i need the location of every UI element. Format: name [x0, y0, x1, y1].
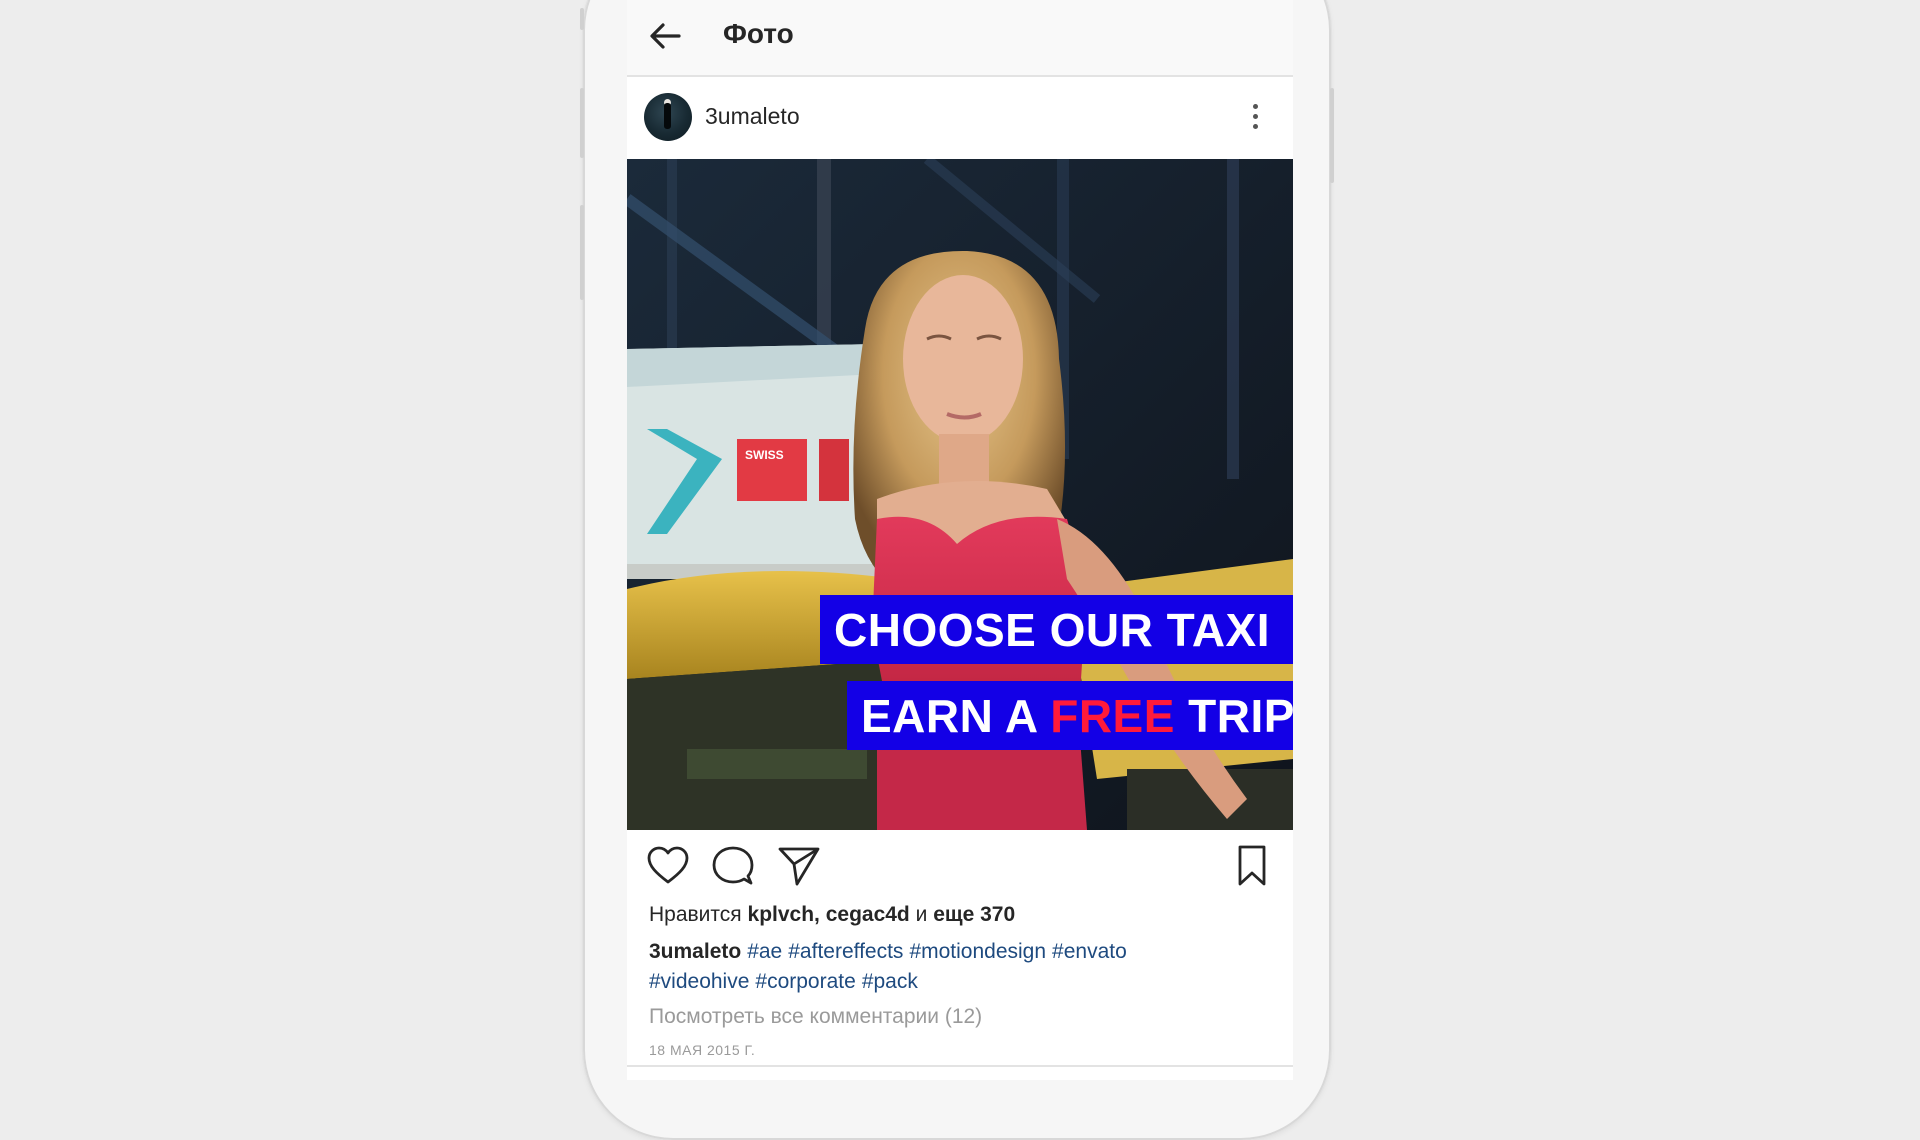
- phone-side-button: [580, 205, 584, 300]
- overlay-line-2: EARN A FREE TRIP: [847, 681, 1293, 750]
- hashtag[interactable]: #ae: [747, 940, 782, 963]
- like-button[interactable]: [644, 842, 692, 890]
- hashtag[interactable]: #videohive: [649, 970, 749, 993]
- page-title: Фото: [723, 18, 794, 49]
- top-bar: Фото: [627, 0, 1293, 77]
- post-username[interactable]: 3umaleto: [705, 103, 800, 130]
- post-caption: 3umaleto #ae #aftereffects #motiondesign #en…: [649, 937, 1269, 997]
- likes-text: Нравится kplvch, cegac4d и еще 370: [649, 903, 1016, 926]
- hashtag[interactable]: #corporate: [755, 970, 855, 993]
- post-actions: [627, 830, 1293, 902]
- hashtag[interactable]: #aftereffects: [788, 940, 903, 963]
- more-vertical-icon: [1253, 104, 1258, 109]
- view-all-comments-link[interactable]: Посмотреть все комментарии (12): [649, 1005, 982, 1029]
- phone-side-button: [1330, 88, 1334, 183]
- bookmark-icon: [1238, 845, 1266, 886]
- share-button[interactable]: [775, 842, 823, 890]
- post-header: 3umaleto: [627, 77, 1293, 159]
- likes-count-link[interactable]: еще 370: [933, 903, 1015, 926]
- back-button[interactable]: [641, 12, 689, 60]
- phone-side-button: [580, 8, 584, 30]
- billboard-sign-text: SWISS: [745, 448, 784, 462]
- divider: [627, 1065, 1293, 1067]
- hashtag[interactable]: #motiondesign: [909, 940, 1046, 963]
- comment-button[interactable]: [709, 842, 757, 890]
- phone-side-button: [580, 88, 584, 158]
- heart-icon: [647, 846, 689, 884]
- liked-by-users[interactable]: kplvch, cegac4d: [748, 903, 910, 926]
- app-screen: Фото 3umaleto SWISS CHOOSE OUR TAXI EARN…: [627, 0, 1293, 1080]
- arrow-left-icon: [650, 23, 681, 49]
- avatar[interactable]: [644, 93, 692, 141]
- post-date: 18 МАЯ 2015 Г.: [649, 1042, 756, 1058]
- hashtag[interactable]: #pack: [862, 970, 918, 993]
- caption-username[interactable]: 3umaleto: [649, 940, 741, 963]
- send-paper-plane-icon: [778, 847, 820, 886]
- overlay-line-1: CHOOSE OUR TAXI: [820, 595, 1293, 664]
- more-options-button[interactable]: [1235, 97, 1275, 137]
- overlay-highlight: FREE: [1050, 689, 1175, 742]
- save-button[interactable]: [1228, 842, 1276, 890]
- comment-bubble-icon: [712, 846, 754, 885]
- post-photo[interactable]: SWISS CHOOSE OUR TAXI EARN A FREE TRIP: [627, 159, 1293, 830]
- hashtag[interactable]: #envato: [1052, 940, 1127, 963]
